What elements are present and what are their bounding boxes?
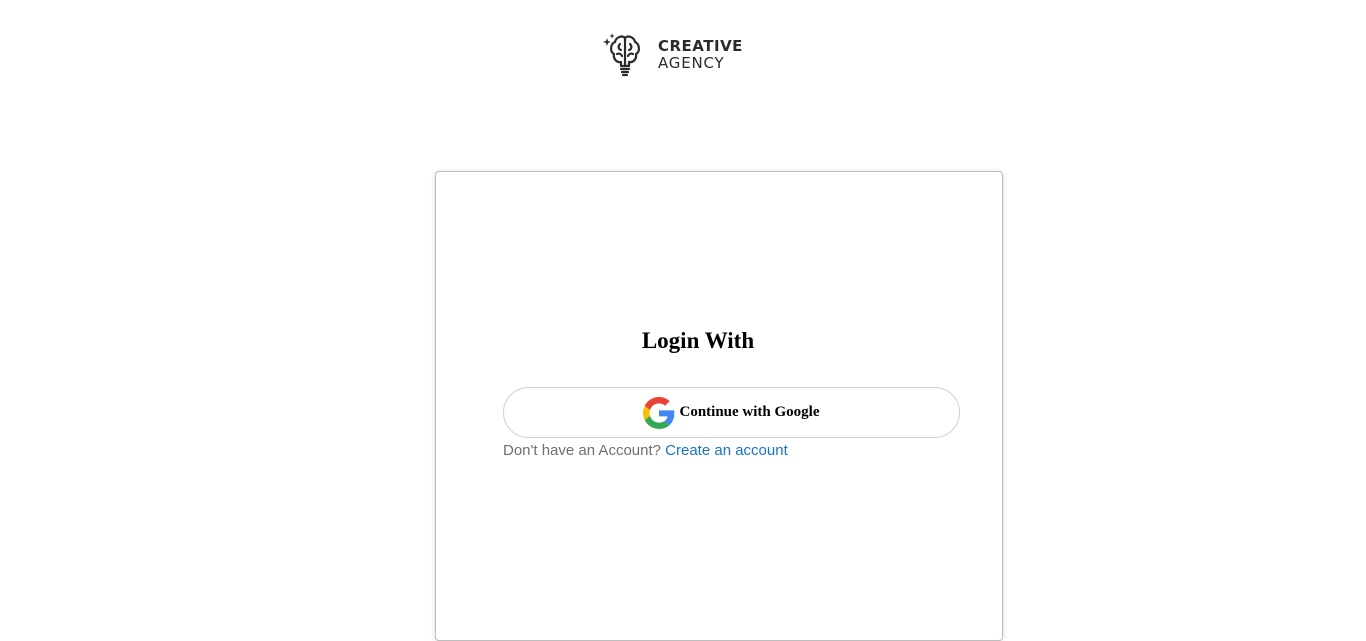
login-card: Login With Continue with Google Don't ha… [435,171,1003,641]
login-title: Login With [641,328,755,353]
brain-lightbulb-icon [603,33,640,77]
signup-row: Don't have an Account? Create an account [503,441,788,461]
continue-with-google-button[interactable]: Continue with Google [503,387,960,438]
brand-name-line2: AGENCY [658,54,725,72]
signup-prompt: Don't have an Account? [503,442,661,459]
google-button-label: Continue with Google [679,404,820,420]
brand-name-line1: CREATIVE [658,37,743,55]
create-account-link[interactable]: Create an account [665,442,788,459]
google-icon [643,396,675,429]
brand-wordmark: CREATIVE AGENCY [658,38,743,72]
brand-logo[interactable]: CREATIVE AGENCY [600,32,770,78]
